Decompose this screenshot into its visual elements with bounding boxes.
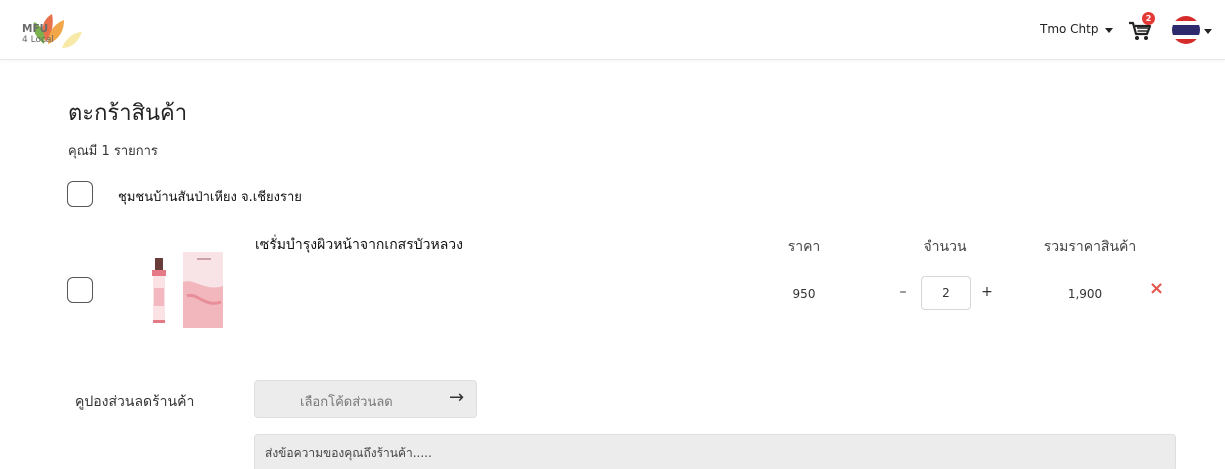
logo-text-line1: MFU bbox=[22, 23, 49, 35]
shop-name: ชุมชนบ้านสันป่าเหียง จ.เชียงราย bbox=[118, 190, 302, 205]
close-icon: × bbox=[1149, 278, 1165, 299]
cart-item-count: คุณมี 1 รายการ bbox=[68, 144, 158, 159]
item-total-price: 1,900 bbox=[1067, 287, 1103, 301]
column-header-total: รวมราคาสินค้า bbox=[1043, 239, 1137, 255]
quantity-input[interactable]: 2 bbox=[921, 276, 971, 310]
product-name[interactable]: เซรั่มบำรุงผิวหน้าจากเกสรบัวหลวง bbox=[255, 234, 463, 256]
serum-product-image bbox=[152, 252, 223, 328]
shop-coupon-label: คูปองส่วนลดร้านค้า bbox=[75, 394, 195, 410]
cart-button[interactable]: 2 bbox=[1128, 12, 1155, 42]
top-navbar: MFU 4 Local Tmo Chtp 2 bbox=[0, 0, 1225, 60]
caret-down-icon bbox=[1204, 28, 1212, 34]
cart-count-badge: 2 bbox=[1142, 12, 1155, 25]
logo-text-line2: 4 Local bbox=[22, 35, 54, 45]
select-item-checkbox[interactable] bbox=[67, 277, 93, 303]
product-image[interactable] bbox=[135, 252, 230, 328]
thailand-flag-icon bbox=[1172, 16, 1200, 44]
logo-text: MFU 4 Local bbox=[22, 24, 54, 46]
user-menu-dropdown[interactable]: Tmo Chtp bbox=[1040, 22, 1114, 36]
column-header-quantity: จำนวน bbox=[923, 239, 967, 255]
quantity-decrease-button[interactable]: – bbox=[896, 284, 910, 300]
item-price: 950 bbox=[792, 287, 816, 301]
caret-down-icon bbox=[1105, 27, 1114, 33]
arrow-right-icon: → bbox=[449, 387, 465, 408]
select-coupon-label: เลือกโค้ดส่วนลด bbox=[300, 395, 393, 410]
remove-item-button[interactable]: × bbox=[1149, 278, 1164, 299]
user-name: Tmo Chtp bbox=[1040, 22, 1099, 36]
mfu-4-local-logo[interactable]: MFU 4 Local bbox=[22, 8, 84, 54]
select-coupon-button[interactable]: เลือกโค้ดส่วนลด → bbox=[254, 380, 477, 418]
page-title: ตะกร้าสินค้า bbox=[68, 101, 188, 126]
column-header-price: ราคา bbox=[787, 239, 821, 255]
quantity-increase-button[interactable]: + bbox=[980, 284, 994, 300]
message-to-shop-input[interactable]: ส่งข้อความของคุณถึงร้านค้า..... bbox=[254, 434, 1176, 469]
language-selector[interactable] bbox=[1172, 16, 1212, 44]
select-shop-checkbox[interactable] bbox=[67, 181, 93, 207]
